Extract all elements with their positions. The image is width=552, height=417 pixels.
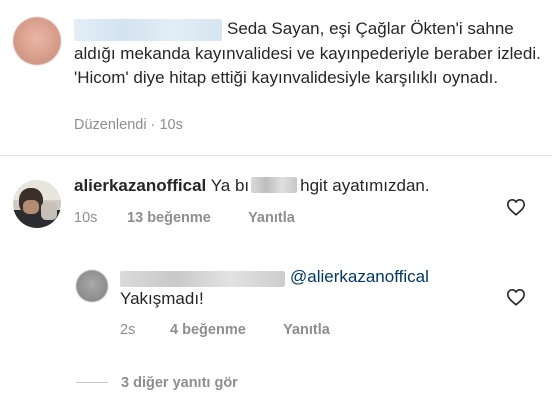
reply-item: @alierkazanoffical Yakışmadı! 2s 4 beğen…: [0, 262, 552, 342]
caption-time[interactable]: 10s: [159, 117, 182, 133]
reply-author-username-redacted[interactable]: [120, 271, 285, 287]
post-caption: Seda Sayan, eşi Çağlar Ökten'i sahne ald…: [0, 0, 552, 156]
reply-mention[interactable]: @alierkazanoffical: [290, 267, 429, 287]
comment-text-redacted: [251, 177, 298, 193]
reply-reply-button[interactable]: Yanıtla: [283, 322, 330, 338]
edited-label: Düzenlendi: [74, 117, 147, 133]
reply-actions: 2s 4 beğenme Yanıtla: [120, 322, 330, 338]
comment-item: alierkazanoffical Ya bı hgit ayatımızdan.…: [0, 170, 552, 240]
comment-actions: 10s 13 beğenme Yanıtla: [74, 210, 295, 226]
replies-divider-line: [76, 382, 108, 384]
caption-author-avatar[interactable]: [13, 17, 61, 65]
view-more-replies-button[interactable]: 3 diğer yanıtı gör: [76, 374, 238, 392]
view-more-replies-label: 3 diğer yanıtı gör: [121, 374, 238, 391]
heart-outline-icon[interactable]: [506, 198, 526, 216]
comment-text-end: hgit ayatımızdan.: [300, 176, 430, 195]
comments-panel: Seda Sayan, eşi Çağlar Ökten'i sahne ald…: [0, 0, 552, 417]
comment-likes-count[interactable]: 13 beğenme: [127, 210, 244, 226]
reply-time[interactable]: 2s: [120, 322, 166, 338]
comment-body: alierkazanoffical Ya bı hgit ayatımızdan.: [74, 174, 430, 198]
caption-text-block: Seda Sayan, eşi Çağlar Ökten'i sahne ald…: [74, 17, 544, 91]
commenter-avatar[interactable]: [13, 180, 61, 228]
comment-text-start: Ya bı: [210, 176, 250, 195]
caption-meta: Düzenlendi · 10s: [74, 117, 183, 133]
reply-text: Yakışmadı!: [120, 289, 204, 308]
reply-author-avatar[interactable]: [76, 270, 108, 302]
reply-button[interactable]: Yanıtla: [248, 210, 295, 226]
comment-time[interactable]: 10s: [74, 210, 123, 226]
reply-likes-count[interactable]: 4 beğenme: [170, 322, 279, 338]
comment-username[interactable]: alierkazanoffical: [74, 176, 206, 195]
meta-separator: ·: [150, 117, 156, 133]
caption-text: Seda Sayan, eşi Çağlar Ökten'i sahne ald…: [74, 19, 541, 87]
heart-outline-icon[interactable]: [506, 288, 526, 306]
